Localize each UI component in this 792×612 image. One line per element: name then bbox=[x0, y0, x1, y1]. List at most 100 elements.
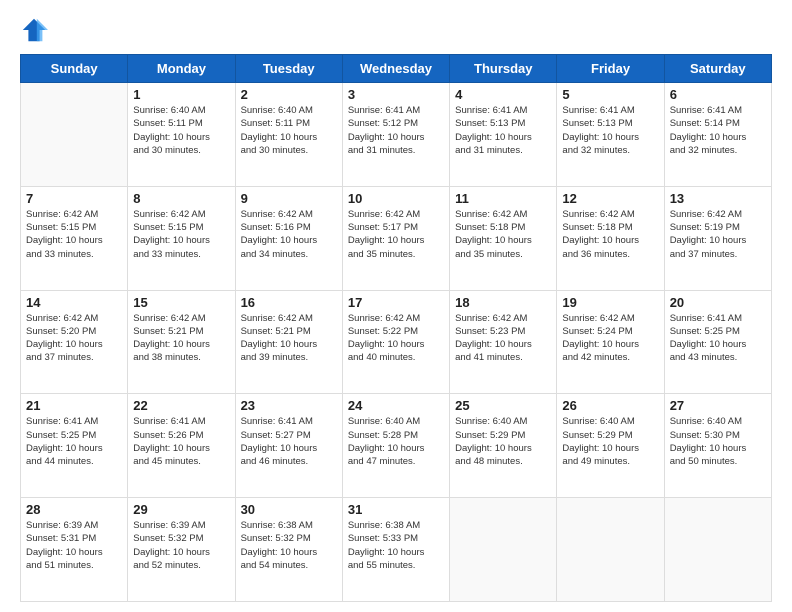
day-info: Sunrise: 6:42 AM Sunset: 5:22 PM Dayligh… bbox=[348, 312, 444, 365]
day-cell: 4 Sunrise: 6:41 AM Sunset: 5:13 PM Daylig… bbox=[450, 83, 557, 187]
day-cell: 5Sunrise: 6:41 AM Sunset: 5:13 PM Daylig… bbox=[557, 83, 664, 187]
day-info: Sunrise: 6:42 AM Sunset: 5:20 PM Dayligh… bbox=[26, 312, 122, 365]
day-info: Sunrise: 6:42 AM Sunset: 5:23 PM Dayligh… bbox=[455, 312, 551, 365]
day-number: 17 bbox=[348, 295, 444, 310]
week-row-1: 1Sunrise: 6:40 AM Sunset: 5:11 PM Daylig… bbox=[21, 83, 772, 187]
day-cell: 6 Sunrise: 6:41 AM Sunset: 5:14 PM Daylig… bbox=[664, 83, 771, 187]
day-cell: 28Sunrise: 6:39 AM Sunset: 5:31 PM Dayli… bbox=[21, 498, 128, 602]
day-number: 10 bbox=[348, 191, 444, 206]
day-cell: 14 Sunrise: 6:42 AM Sunset: 5:20 PM Dayli… bbox=[21, 290, 128, 394]
day-cell: 15 Sunrise: 6:42 AM Sunset: 5:21 PM Dayli… bbox=[128, 290, 235, 394]
day-number: 29 bbox=[133, 502, 229, 517]
day-cell: 3 Sunrise: 6:41 AM Sunset: 5:12 PM Daylig… bbox=[342, 83, 449, 187]
day-cell: 20 Sunrise: 6:41 AM Sunset: 5:25 PM Dayli… bbox=[664, 290, 771, 394]
day-cell: 11 Sunrise: 6:42 AM Sunset: 5:18 PM Dayli… bbox=[450, 186, 557, 290]
day-number: 27 bbox=[670, 398, 766, 413]
day-cell: 29 Sunrise: 6:39 AM Sunset: 5:32 PM Dayli… bbox=[128, 498, 235, 602]
day-number: 3 bbox=[348, 87, 444, 102]
day-info: Sunrise: 6:41 AM Sunset: 5:27 PM Dayligh… bbox=[241, 415, 337, 468]
day-cell bbox=[557, 498, 664, 602]
day-number: 12 bbox=[562, 191, 658, 206]
day-number: 30 bbox=[241, 502, 337, 517]
day-number: 31 bbox=[348, 502, 444, 517]
week-row-4: 21 Sunrise: 6:41 AM Sunset: 5:25 PM Dayli… bbox=[21, 394, 772, 498]
day-number: 20 bbox=[670, 295, 766, 310]
day-number: 16 bbox=[241, 295, 337, 310]
day-info: Sunrise: 6:40 AM Sunset: 5:29 PM Dayligh… bbox=[562, 415, 658, 468]
weekday-header-saturday: Saturday bbox=[664, 55, 771, 83]
day-cell: 31 Sunrise: 6:38 AM Sunset: 5:33 PM Dayli… bbox=[342, 498, 449, 602]
weekday-header-friday: Friday bbox=[557, 55, 664, 83]
day-cell: 18 Sunrise: 6:42 AM Sunset: 5:23 PM Dayli… bbox=[450, 290, 557, 394]
day-cell bbox=[664, 498, 771, 602]
day-info: Sunrise: 6:40 AM Sunset: 5:29 PM Dayligh… bbox=[455, 415, 551, 468]
day-cell: 24 Sunrise: 6:40 AM Sunset: 5:28 PM Dayli… bbox=[342, 394, 449, 498]
day-cell: 13 Sunrise: 6:42 AM Sunset: 5:19 PM Dayli… bbox=[664, 186, 771, 290]
week-row-2: 7 Sunrise: 6:42 AM Sunset: 5:15 PM Daylig… bbox=[21, 186, 772, 290]
week-row-5: 28Sunrise: 6:39 AM Sunset: 5:31 PM Dayli… bbox=[21, 498, 772, 602]
day-cell bbox=[450, 498, 557, 602]
day-cell: 16 Sunrise: 6:42 AM Sunset: 5:21 PM Dayli… bbox=[235, 290, 342, 394]
day-number: 15 bbox=[133, 295, 229, 310]
day-number: 13 bbox=[670, 191, 766, 206]
day-info: Sunrise: 6:40 AM Sunset: 5:28 PM Dayligh… bbox=[348, 415, 444, 468]
day-number: 26 bbox=[562, 398, 658, 413]
day-info: Sunrise: 6:38 AM Sunset: 5:32 PM Dayligh… bbox=[241, 519, 337, 572]
day-number: 18 bbox=[455, 295, 551, 310]
day-number: 8 bbox=[133, 191, 229, 206]
day-number: 2 bbox=[241, 87, 337, 102]
day-info: Sunrise: 6:41 AM Sunset: 5:13 PM Dayligh… bbox=[455, 104, 551, 157]
day-info: Sunrise: 6:41 AM Sunset: 5:14 PM Dayligh… bbox=[670, 104, 766, 157]
day-number: 25 bbox=[455, 398, 551, 413]
weekday-header-monday: Monday bbox=[128, 55, 235, 83]
day-number: 6 bbox=[670, 87, 766, 102]
day-cell: 22Sunrise: 6:41 AM Sunset: 5:26 PM Dayli… bbox=[128, 394, 235, 498]
logo-icon bbox=[20, 16, 48, 44]
day-info: Sunrise: 6:41 AM Sunset: 5:26 PM Dayligh… bbox=[133, 415, 229, 468]
day-cell: 19 Sunrise: 6:42 AM Sunset: 5:24 PM Dayli… bbox=[557, 290, 664, 394]
day-cell: 23 Sunrise: 6:41 AM Sunset: 5:27 PM Dayli… bbox=[235, 394, 342, 498]
day-number: 11 bbox=[455, 191, 551, 206]
day-cell bbox=[21, 83, 128, 187]
header bbox=[20, 16, 772, 44]
day-cell: 9 Sunrise: 6:42 AM Sunset: 5:16 PM Daylig… bbox=[235, 186, 342, 290]
day-cell: 30 Sunrise: 6:38 AM Sunset: 5:32 PM Dayli… bbox=[235, 498, 342, 602]
day-number: 23 bbox=[241, 398, 337, 413]
day-number: 21 bbox=[26, 398, 122, 413]
day-info: Sunrise: 6:42 AM Sunset: 5:24 PM Dayligh… bbox=[562, 312, 658, 365]
day-info: Sunrise: 6:42 AM Sunset: 5:21 PM Dayligh… bbox=[133, 312, 229, 365]
day-number: 19 bbox=[562, 295, 658, 310]
day-info: Sunrise: 6:42 AM Sunset: 5:21 PM Dayligh… bbox=[241, 312, 337, 365]
day-number: 4 bbox=[455, 87, 551, 102]
day-cell: 27 Sunrise: 6:40 AM Sunset: 5:30 PM Dayli… bbox=[664, 394, 771, 498]
day-info: Sunrise: 6:42 AM Sunset: 5:18 PM Dayligh… bbox=[455, 208, 551, 261]
day-number: 14 bbox=[26, 295, 122, 310]
day-number: 9 bbox=[241, 191, 337, 206]
day-number: 24 bbox=[348, 398, 444, 413]
day-info: Sunrise: 6:38 AM Sunset: 5:33 PM Dayligh… bbox=[348, 519, 444, 572]
logo bbox=[20, 16, 52, 44]
day-info: Sunrise: 6:42 AM Sunset: 5:15 PM Dayligh… bbox=[133, 208, 229, 261]
day-info: Sunrise: 6:42 AM Sunset: 5:17 PM Dayligh… bbox=[348, 208, 444, 261]
day-cell: 12 Sunrise: 6:42 AM Sunset: 5:18 PM Dayli… bbox=[557, 186, 664, 290]
day-cell: 10 Sunrise: 6:42 AM Sunset: 5:17 PM Dayli… bbox=[342, 186, 449, 290]
weekday-header-sunday: Sunday bbox=[21, 55, 128, 83]
weekday-header-row: SundayMondayTuesdayWednesdayThursdayFrid… bbox=[21, 55, 772, 83]
weekday-header-thursday: Thursday bbox=[450, 55, 557, 83]
day-info: Sunrise: 6:40 AM Sunset: 5:30 PM Dayligh… bbox=[670, 415, 766, 468]
day-info: Sunrise: 6:40 AM Sunset: 5:11 PM Dayligh… bbox=[133, 104, 229, 157]
day-number: 28 bbox=[26, 502, 122, 517]
week-row-3: 14 Sunrise: 6:42 AM Sunset: 5:20 PM Dayli… bbox=[21, 290, 772, 394]
day-info: Sunrise: 6:41 AM Sunset: 5:25 PM Dayligh… bbox=[26, 415, 122, 468]
day-info: Sunrise: 6:42 AM Sunset: 5:16 PM Dayligh… bbox=[241, 208, 337, 261]
day-info: Sunrise: 6:42 AM Sunset: 5:19 PM Dayligh… bbox=[670, 208, 766, 261]
day-cell: 21 Sunrise: 6:41 AM Sunset: 5:25 PM Dayli… bbox=[21, 394, 128, 498]
day-cell: 25 Sunrise: 6:40 AM Sunset: 5:29 PM Dayli… bbox=[450, 394, 557, 498]
day-cell: 7Sunrise: 6:42 AM Sunset: 5:15 PM Daylig… bbox=[21, 186, 128, 290]
day-info: Sunrise: 6:41 AM Sunset: 5:25 PM Dayligh… bbox=[670, 312, 766, 365]
day-number: 7 bbox=[26, 191, 122, 206]
day-info: Sunrise: 6:41 AM Sunset: 5:12 PM Dayligh… bbox=[348, 104, 444, 157]
day-number: 5 bbox=[562, 87, 658, 102]
day-info: Sunrise: 6:39 AM Sunset: 5:32 PM Dayligh… bbox=[133, 519, 229, 572]
day-info: Sunrise: 6:42 AM Sunset: 5:18 PM Dayligh… bbox=[562, 208, 658, 261]
